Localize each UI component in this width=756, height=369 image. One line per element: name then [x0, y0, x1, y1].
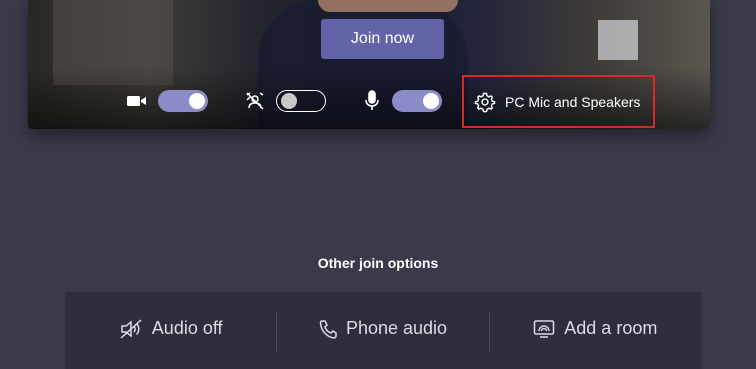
other-join-options: Audio off Phone audio Add a room	[65, 292, 701, 369]
gear-icon	[474, 91, 496, 113]
camera-toggle[interactable]	[158, 90, 208, 112]
microphone-icon	[364, 90, 380, 112]
background-control	[245, 90, 326, 112]
toggle-knob	[281, 93, 297, 109]
audio-device-label: PC Mic and Speakers	[505, 93, 641, 110]
preview-window-light	[598, 20, 638, 60]
microphone-control	[364, 90, 442, 112]
phone-icon	[319, 319, 337, 339]
audio-device-selector[interactable]: PC Mic and Speakers	[462, 75, 655, 128]
speaker-off-icon	[119, 318, 143, 340]
background-blur-icon	[245, 91, 265, 111]
microphone-toggle[interactable]	[392, 90, 442, 112]
phone-audio-label: Phone audio	[345, 318, 448, 338]
camera-control	[126, 90, 208, 112]
add-a-room-label: Add a room	[564, 318, 658, 338]
toggle-knob	[189, 93, 205, 109]
video-camera-icon	[126, 93, 148, 109]
other-join-options-title: Other join options	[317, 255, 439, 271]
join-now-button[interactable]: Join now	[321, 19, 444, 59]
toggle-knob	[423, 93, 439, 109]
audio-off-label: Audio off	[151, 318, 223, 338]
cast-screen-icon	[533, 319, 555, 339]
preview-face-edge	[318, 0, 458, 12]
phone-audio-option[interactable]: Phone audio	[277, 292, 488, 369]
add-a-room-option[interactable]: Add a room	[490, 292, 701, 369]
audio-off-option[interactable]: Audio off	[65, 292, 276, 369]
background-toggle[interactable]	[276, 90, 326, 112]
